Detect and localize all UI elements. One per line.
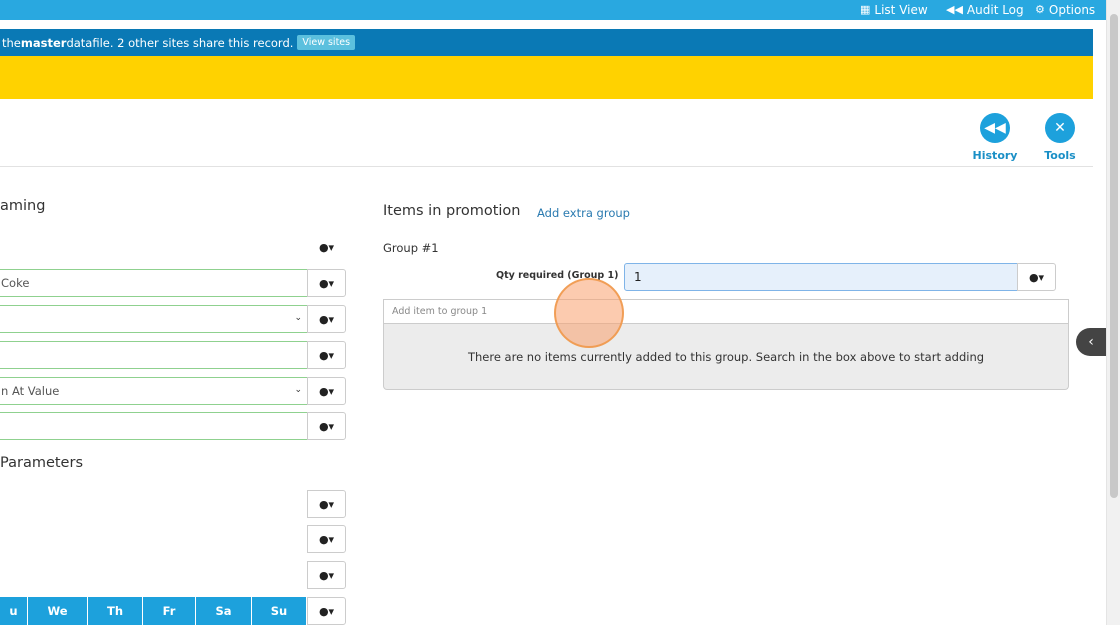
day-toggle-sa[interactable]: Sa [196, 597, 252, 625]
tools-icon: ✕ [1045, 113, 1075, 143]
history-label: History [972, 149, 1018, 162]
history-button[interactable]: ◀◀ History [965, 113, 1025, 162]
scrollbar[interactable] [1106, 0, 1120, 625]
day-toggle-su[interactable]: Su [252, 597, 307, 625]
list-view-label: List View [874, 3, 928, 17]
value-field[interactable] [0, 412, 308, 440]
text-field[interactable] [0, 341, 308, 369]
pin-icon: ●▾ [318, 568, 335, 582]
pin-dropdown-button[interactable]: ●▾ [307, 412, 346, 440]
day-toggle-th[interactable]: Th [88, 597, 143, 625]
grid-icon: ▦ [860, 3, 871, 16]
scrollbar-thumb[interactable] [1110, 14, 1118, 498]
warning-bar [0, 56, 1093, 99]
promotion-type-select[interactable]: n At Value ⌄ [0, 377, 308, 405]
top-nav-bar: ▦ List View ◀◀ Audit Log ⚙ Options [0, 0, 1106, 20]
banner-text-bold: master [20, 35, 67, 50]
tools-label: Tools [1044, 149, 1076, 162]
name-field-value: Coke [1, 276, 30, 290]
gear-icon: ⚙ [1035, 3, 1045, 16]
divider [0, 166, 1093, 167]
tools-button[interactable]: ✕ Tools [1030, 113, 1090, 162]
shared-record-banner: the master datafile. 2 other sites share… [0, 29, 1093, 56]
pin-icon: ●▾ [318, 348, 335, 362]
page: ▦ List View ◀◀ Audit Log ⚙ Options the m… [0, 0, 1120, 625]
chevron-left-icon: ‹ [1088, 334, 1094, 350]
section-title-naming: aming [0, 198, 46, 214]
pin-icon: ●▾ [318, 312, 335, 326]
day-toggle-tu[interactable]: u [0, 597, 28, 625]
pin-icon: ●▾ [318, 532, 335, 546]
qty-required-input[interactable]: 1 [624, 263, 1018, 291]
chevron-down-icon: ⌄ [294, 385, 302, 395]
day-toggle-fr[interactable]: Fr [143, 597, 196, 625]
select-field[interactable]: ⌄ [0, 305, 308, 333]
rewind-icon: ◀◀ [946, 3, 963, 16]
add-item-search-input[interactable]: Add item to group 1 [383, 299, 1069, 324]
chevron-down-icon: ⌄ [294, 313, 302, 323]
day-toggle-we[interactable]: We [28, 597, 88, 625]
pin-icon: ●▾ [1028, 270, 1045, 284]
pin-dropdown-button[interactable]: ●▾ [307, 597, 346, 625]
name-field[interactable]: Coke [0, 269, 308, 297]
pin-icon: ●▾ [318, 419, 335, 433]
group-items-empty-state: There are no items currently added to th… [383, 324, 1069, 390]
audit-log-link[interactable]: ◀◀ Audit Log [946, 0, 1024, 20]
options-label: Options [1048, 3, 1096, 17]
pin-icon: ●▾ [318, 240, 335, 254]
pin-dropdown-button[interactable]: ●▾ [307, 377, 346, 405]
section-title-parameters: Parameters [0, 455, 83, 471]
view-sites-button[interactable]: View sites [297, 35, 356, 50]
add-extra-group-link[interactable]: Add extra group [537, 206, 630, 220]
pin-dropdown-button[interactable]: ●▾ [307, 269, 346, 297]
pin-icon: ●▾ [318, 497, 335, 511]
pin-icon: ●▾ [318, 384, 335, 398]
empty-state-message: There are no items currently added to th… [467, 349, 985, 364]
qty-required-value: 1 [634, 270, 642, 284]
banner-text-suffix: datafile. 2 other sites share this recor… [66, 35, 294, 50]
pin-dropdown-button[interactable]: ●▾ [1017, 263, 1056, 291]
pin-dropdown-button[interactable]: ●▾ [307, 525, 346, 553]
pin-dropdown-button[interactable]: ●▾ [307, 305, 346, 333]
day-of-week-toggles: u We Th Fr Sa Su [0, 597, 307, 625]
pin-icon: ●▾ [318, 276, 335, 290]
add-item-placeholder: Add item to group 1 [392, 306, 488, 317]
items-in-promotion-title: Items in promotion [383, 203, 521, 219]
rewind-icon: ◀◀ [980, 113, 1010, 143]
pin-dropdown-button[interactable]: ●▾ [307, 233, 346, 261]
group-label: Group #1 [383, 241, 439, 255]
pin-dropdown-button[interactable]: ●▾ [307, 341, 346, 369]
collapse-panel-button[interactable]: ‹ [1076, 328, 1106, 356]
options-link[interactable]: ⚙ Options [1035, 0, 1095, 20]
pin-dropdown-button[interactable]: ●▾ [307, 490, 346, 518]
audit-log-label: Audit Log [966, 3, 1024, 17]
pin-dropdown-button[interactable]: ●▾ [307, 561, 346, 589]
list-view-link[interactable]: ▦ List View [860, 0, 928, 20]
click-indicator [554, 278, 624, 348]
pin-icon: ●▾ [318, 604, 335, 618]
banner-text-prefix: the [2, 35, 21, 50]
promotion-type-value: n At Value [1, 384, 60, 398]
